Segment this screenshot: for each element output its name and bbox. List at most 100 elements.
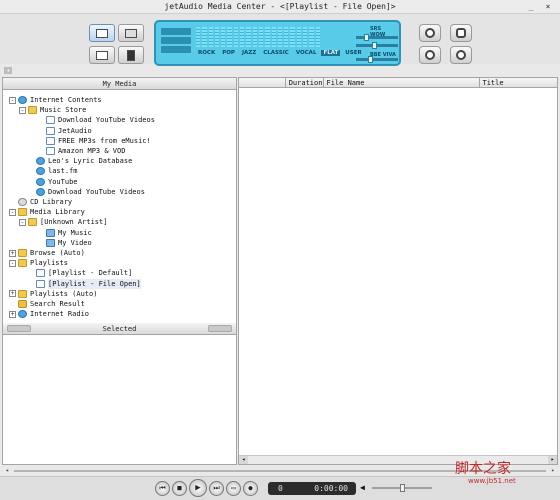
eq-band[interactable] — [246, 27, 251, 47]
selected-left-control[interactable] — [7, 325, 31, 332]
seek-forward-icon[interactable]: ▸ — [549, 467, 557, 475]
lcd-mode-button-1[interactable] — [161, 28, 191, 35]
eq-band[interactable] — [227, 27, 232, 47]
eq-band[interactable] — [296, 27, 302, 47]
tree-item[interactable]: - Media Library — [9, 207, 85, 217]
expand-icon[interactable]: + — [9, 290, 16, 298]
preset-classic[interactable]: CLASSIC — [261, 50, 291, 56]
preset-pop[interactable]: POP — [220, 50, 237, 56]
collapse-icon[interactable]: - — [9, 96, 16, 104]
eq-band[interactable] — [271, 27, 276, 47]
preset-flat[interactable]: FLAT — [321, 50, 341, 56]
volume-slider[interactable] — [372, 484, 432, 492]
tree-item[interactable]: Download YouTube Videos — [27, 187, 145, 197]
seek-back-icon[interactable]: ◂ — [3, 467, 11, 475]
eq-band[interactable] — [252, 27, 257, 47]
minimize-button[interactable]: _ — [526, 2, 536, 11]
eq-band[interactable] — [284, 27, 289, 47]
record-icon — [456, 50, 466, 60]
lcd-mode-button-3[interactable] — [161, 46, 191, 53]
expand-icon[interactable]: + — [9, 249, 16, 257]
column-file-name[interactable]: File Name — [322, 78, 479, 87]
volume-knob[interactable] — [400, 484, 405, 492]
record-button[interactable] — [450, 46, 472, 64]
expand-icon[interactable]: + — [9, 310, 16, 318]
tree-item[interactable]: Amazon MP3 & VOD — [37, 146, 125, 156]
tree-item[interactable]: + Internet Radio — [9, 309, 89, 319]
tree-item[interactable]: JetAudio — [37, 126, 92, 136]
tree-item[interactable]: My Music — [37, 228, 92, 238]
tuning-button[interactable] — [419, 24, 441, 42]
eq-band[interactable] — [196, 27, 201, 47]
tree-item-label: Download YouTube Videos — [58, 116, 155, 125]
tree-item[interactable]: CD Library — [9, 197, 72, 207]
next-button[interactable]: ⏭ — [209, 481, 224, 496]
tree-item[interactable]: Download YouTube Videos — [37, 115, 155, 125]
eq-band[interactable] — [265, 27, 270, 47]
tree-item-label: [Playlist - File Open] — [48, 278, 141, 289]
preset-vocal[interactable]: VOCAL — [294, 50, 319, 56]
stop-button[interactable]: ■ — [172, 481, 187, 496]
eq-band[interactable] — [303, 27, 308, 47]
slider-knob[interactable] — [372, 42, 377, 49]
eq-presets: ROCK POP JAZZ CLASSIC VOCAL FLAT USER — [196, 49, 362, 57]
volume-icon[interactable]: ◀ — [360, 483, 368, 492]
tree-item[interactable]: [Playlist - File Open] — [27, 278, 141, 289]
collapse-icon[interactable]: - — [9, 208, 16, 216]
collapse-toggle-icon[interactable]: ◂ — [4, 67, 12, 74]
gear-icon — [456, 28, 466, 38]
tree-item[interactable]: [Playlist - Default] — [27, 268, 132, 278]
eq-band[interactable] — [258, 27, 264, 47]
eq-band[interactable] — [221, 27, 226, 47]
tree-item[interactable]: - Playlists — [9, 258, 68, 268]
selected-right-control[interactable] — [208, 325, 232, 332]
open-file-button[interactable]: ▭ — [226, 481, 241, 496]
tree-item[interactable]: last.fm — [27, 166, 78, 176]
tree-item[interactable]: YouTube — [27, 177, 78, 187]
tree-item[interactable]: FREE MP3s from eMusic! — [37, 136, 151, 146]
tree-item[interactable]: - [Unknown Artist] — [19, 217, 107, 227]
srs-slider[interactable] — [356, 34, 398, 41]
tree-item[interactable]: Leo's Lyric Database — [27, 156, 132, 166]
eq-band[interactable] — [309, 27, 314, 47]
column-title[interactable]: Title — [478, 78, 558, 87]
tree-item[interactable]: - Internet Contents — [9, 95, 102, 105]
collapse-icon[interactable]: - — [19, 218, 26, 226]
eq-band[interactable] — [315, 27, 320, 47]
play-button[interactable]: ▶ — [189, 479, 207, 497]
eq-band[interactable] — [202, 27, 207, 47]
tree-item[interactable]: + Playlists (Auto) — [9, 289, 97, 299]
eq-band[interactable] — [208, 27, 213, 47]
eq-band[interactable] — [290, 27, 295, 47]
preset-jazz[interactable]: JAZZ — [240, 50, 258, 56]
visual-mode-button[interactable] — [89, 46, 115, 64]
collapse-icon[interactable]: - — [9, 259, 16, 267]
repeat-button[interactable]: ● — [243, 481, 258, 496]
column-duration[interactable]: Duration — [284, 78, 323, 87]
eq-band[interactable] — [214, 27, 220, 47]
bbe-slider[interactable] — [356, 56, 398, 63]
view-mode-button[interactable] — [89, 24, 115, 42]
tree-item[interactable]: + Browse (Auto) — [9, 248, 85, 258]
tree-item[interactable]: Search Result — [9, 299, 85, 309]
wow-slider[interactable] — [356, 42, 398, 49]
eq-band[interactable] — [233, 27, 239, 47]
tree-item[interactable]: My Video — [37, 238, 92, 248]
settings-button[interactable] — [450, 24, 472, 42]
tree-item[interactable]: - Music Store — [19, 105, 86, 115]
device-button[interactable] — [118, 46, 144, 64]
scroll-left-icon[interactable]: ◂ — [239, 456, 248, 464]
collapse-icon[interactable]: - — [19, 106, 26, 114]
eq-band[interactable] — [277, 27, 283, 47]
video-mode-button[interactable] — [118, 24, 144, 42]
network-button[interactable] — [419, 46, 441, 64]
preset-rock[interactable]: ROCK — [196, 50, 217, 56]
slider-knob[interactable] — [368, 56, 373, 63]
close-button[interactable]: × — [543, 2, 553, 11]
slider-knob[interactable] — [364, 34, 369, 41]
scroll-right-icon[interactable]: ▸ — [548, 456, 557, 464]
lcd-mode-button-2[interactable] — [161, 37, 191, 44]
previous-button[interactable]: ⏮ — [155, 481, 170, 496]
column-index[interactable] — [239, 78, 285, 87]
eq-band[interactable] — [240, 27, 245, 47]
